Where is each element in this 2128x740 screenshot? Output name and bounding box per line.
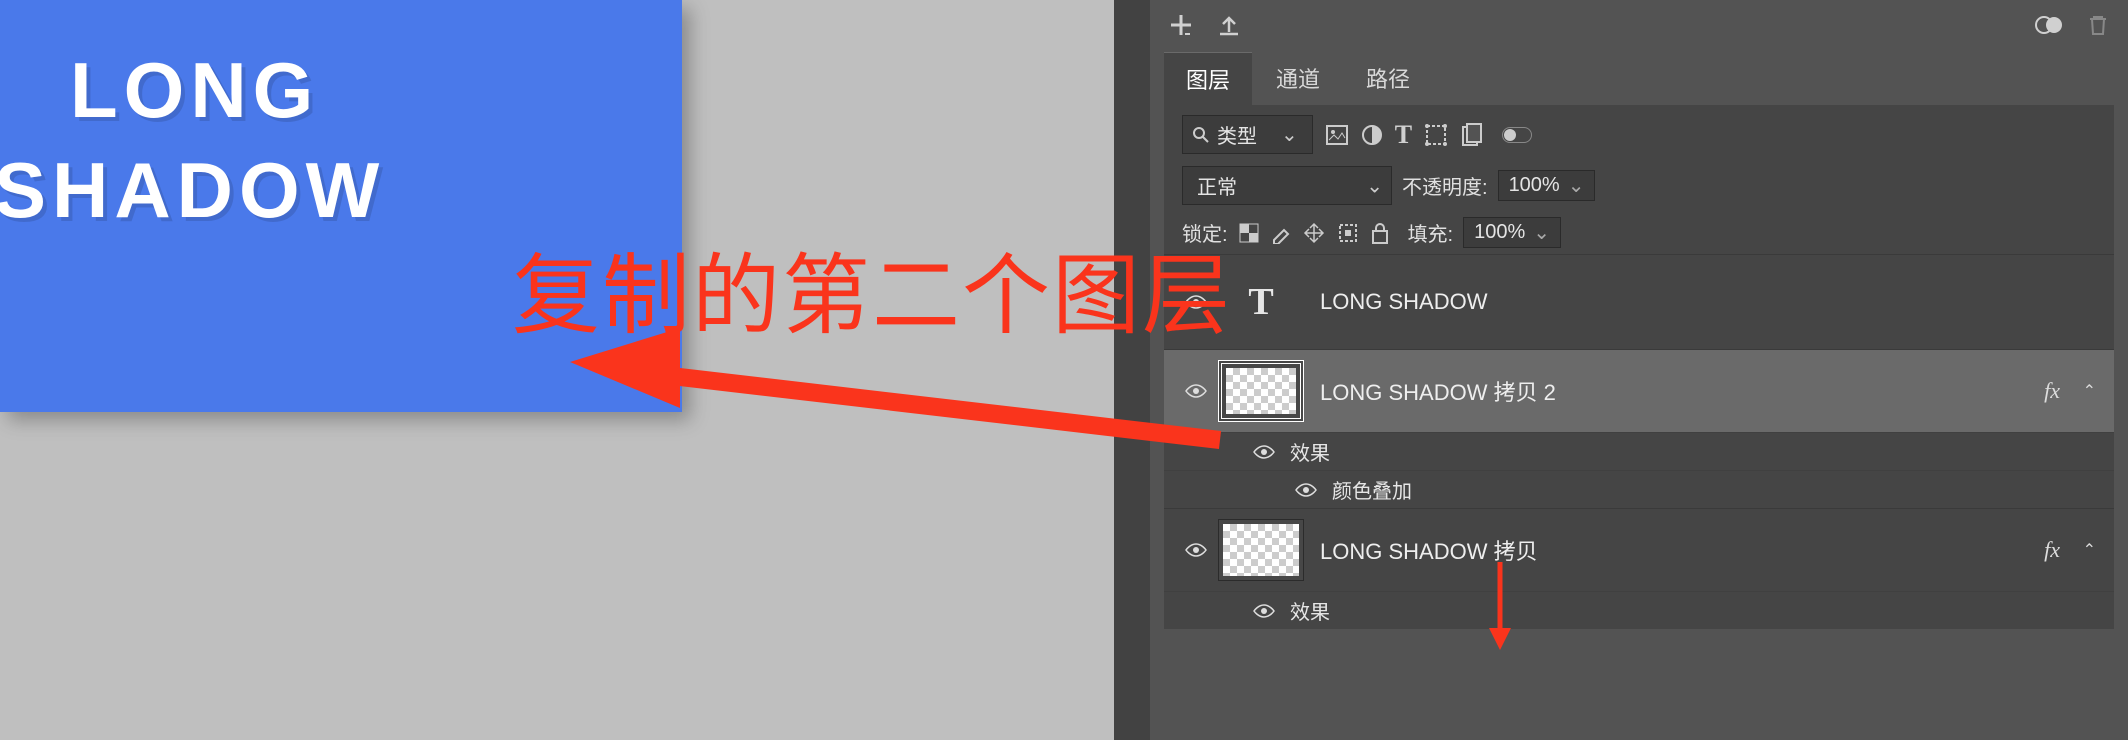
lock-paint-icon[interactable] [1270, 222, 1292, 244]
layer-filter-row: 类型 ⌄ T [1164, 105, 2114, 160]
visibility-toggle[interactable] [1294, 482, 1318, 498]
layer-name[interactable]: LONG SHADOW 拷贝 2 [1320, 375, 1556, 407]
effects-header-row[interactable]: 效果 [1164, 591, 2114, 629]
collapse-icon[interactable]: ⌃ [2083, 381, 2096, 401]
artwork-text-1: LONG [70, 45, 319, 136]
tab-paths[interactable]: 路径 [1344, 52, 1432, 105]
add-icon[interactable] [1168, 12, 1194, 38]
upload-icon[interactable] [1216, 12, 1242, 38]
annotation-text: 复制的第二个图层 [512, 225, 1232, 352]
effect-item-row[interactable]: 颜色叠加 [1164, 470, 2114, 508]
fill-input[interactable]: 100%⌄ [1463, 217, 1561, 248]
lock-artboard-icon[interactable] [1336, 221, 1360, 245]
lock-row: 锁定: 填充: 100%⌄ [1164, 211, 2114, 254]
effects-label: 效果 [1290, 596, 1330, 625]
layer-thumbnail [1218, 519, 1304, 581]
filter-pixel-icon[interactable] [1325, 124, 1349, 146]
fx-badge[interactable]: fx [2044, 537, 2060, 563]
panel-toolbar [1150, 0, 2128, 46]
filter-smart-icon[interactable] [1460, 123, 1482, 147]
effects-label: 效果 [1290, 437, 1330, 466]
filter-shape-icon[interactable] [1424, 123, 1448, 147]
collapse-icon[interactable]: ⌃ [2083, 540, 2096, 560]
layer-list: T LONG SHADOW LONG SHADOW 拷贝 2 fx ⌃ 效果 颜… [1164, 254, 2114, 629]
opacity-input[interactable]: 100%⌄ [1498, 170, 1596, 201]
lock-transparency-icon[interactable] [1238, 222, 1260, 244]
effects-header-row[interactable]: 效果 [1164, 432, 2114, 470]
filter-text-icon[interactable]: T [1395, 120, 1412, 150]
lock-all-icon[interactable] [1370, 221, 1390, 245]
visibility-toggle[interactable] [1252, 603, 1276, 619]
fill-label: 填充: [1408, 218, 1454, 247]
filter-toggle[interactable] [1502, 127, 1532, 143]
filter-type-select[interactable]: 类型 ⌄ [1182, 115, 1313, 154]
tab-channels[interactable]: 通道 [1254, 52, 1342, 105]
mask-icon[interactable] [2034, 13, 2064, 37]
blend-mode-row: 正常⌄ 不透明度: 100%⌄ [1164, 160, 2114, 211]
fx-badge[interactable]: fx [2044, 378, 2060, 404]
layers-panel: 图层 通道 路径 类型 ⌄ T 正常⌄ 不透明度: 100%⌄ [1114, 0, 2128, 740]
effect-color-overlay: 颜色叠加 [1332, 475, 1412, 504]
layer-name[interactable]: LONG SHADOW [1320, 289, 1487, 315]
blend-mode-select[interactable]: 正常⌄ [1182, 166, 1392, 205]
layer-row[interactable]: T LONG SHADOW [1164, 254, 2114, 349]
filter-adjust-icon[interactable] [1361, 124, 1383, 146]
annotation-down-arrow [1485, 562, 1515, 652]
layer-row[interactable]: LONG SHADOW 拷贝 2 fx ⌃ [1164, 349, 2114, 432]
visibility-toggle[interactable] [1178, 542, 1214, 558]
trash-icon[interactable] [2086, 13, 2110, 37]
layer-row[interactable]: LONG SHADOW 拷贝 fx ⌃ [1164, 508, 2114, 591]
lock-position-icon[interactable] [1302, 221, 1326, 245]
panel-tabs: 图层 通道 路径 [1150, 52, 2128, 105]
opacity-label: 不透明度: [1402, 171, 1488, 200]
artwork-text-2: SHADOW [0, 145, 385, 236]
tab-layers[interactable]: 图层 [1164, 52, 1252, 105]
